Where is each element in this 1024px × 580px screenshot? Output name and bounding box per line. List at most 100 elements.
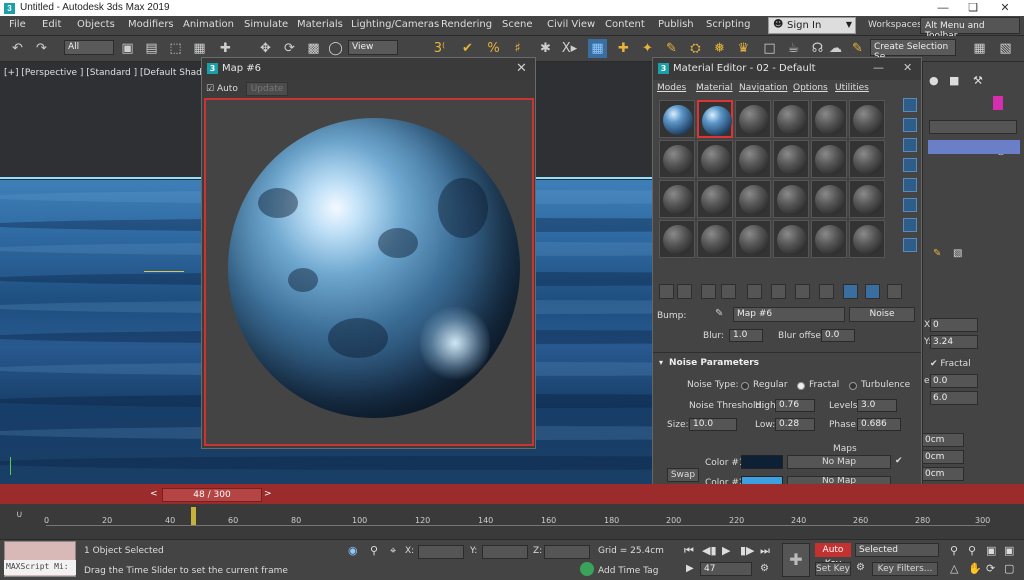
material-editor-icon[interactable]: ❅ [710, 39, 729, 58]
time-slider-handle[interactable]: 48 / 300 [162, 488, 262, 502]
track-bar-mini-curve-icon[interactable]: ∪ [16, 510, 23, 520]
selection-filter-dropdown[interactable]: All [64, 40, 114, 55]
minimize-icon[interactable]: — [930, 0, 956, 16]
sample-slot[interactable] [659, 100, 695, 138]
play-icon[interactable]: ▶ [722, 544, 730, 557]
go-to-parent-icon[interactable] [887, 284, 902, 299]
color1-map-button[interactable]: No Map [787, 455, 891, 469]
collapse-icon[interactable]: ▾ [659, 358, 663, 367]
color1-swatch[interactable] [741, 455, 783, 469]
make-unique-icon[interactable] [771, 284, 786, 299]
scale-icon[interactable]: ▩ [304, 39, 323, 58]
auto-key-button[interactable]: Auto Key [815, 543, 851, 569]
utilities-tab-icon[interactable]: ⚒ [973, 74, 983, 87]
percent-snap-icon[interactable]: % [484, 39, 503, 58]
key-selection-dropdown[interactable]: Selected [855, 543, 939, 557]
remove-modifier-icon[interactable]: ▧ [953, 248, 962, 259]
selection-lock-icon[interactable]: ⚲ [370, 544, 378, 557]
sample-slot[interactable] [773, 220, 809, 258]
render-cloud-icon[interactable]: ☁ [826, 39, 845, 58]
named-selection-dropdown[interactable]: Create Selection Se [870, 39, 956, 62]
zoom-icon[interactable]: ⚲ [950, 544, 958, 557]
orbit-icon[interactable]: ⟳ [986, 562, 995, 575]
param-y-spinner[interactable]: 3.24 [930, 335, 978, 349]
toggle-ribbon-icon[interactable]: ✦ [638, 39, 657, 58]
sample-slot[interactable] [849, 100, 885, 138]
object-color-swatch[interactable] [993, 96, 1003, 110]
blur-spinner[interactable]: 1.0 [729, 329, 763, 342]
noise-regular-radio[interactable] [741, 382, 749, 390]
sample-slot[interactable] [811, 220, 847, 258]
menu-simulate[interactable]: Simulate [244, 19, 288, 30]
menu-edit[interactable]: Edit [42, 19, 61, 30]
add-time-tag[interactable]: Add Time Tag [598, 566, 658, 576]
assign-material-icon[interactable] [701, 284, 716, 299]
curve-editor-icon[interactable]: ✎ [662, 39, 681, 58]
select-object-icon[interactable]: ▣ [118, 39, 137, 58]
maxscript-mini-listener[interactable]: MAXScript Mi: [4, 560, 76, 575]
sample-slot[interactable] [773, 180, 809, 218]
menu-modifiers[interactable]: Modifiers [128, 19, 174, 30]
show-shaded-icon[interactable] [843, 284, 858, 299]
sample-slot[interactable] [849, 180, 885, 218]
sample-slot[interactable] [659, 180, 695, 218]
undo-icon[interactable]: ↶ [8, 39, 27, 58]
color1-enable-checkbox[interactable]: ✔ [895, 456, 903, 466]
sample-slot[interactable] [735, 140, 771, 178]
go-to-end-icon[interactable]: ⏭ [760, 544, 770, 558]
menu-material[interactable]: Material [696, 83, 733, 93]
current-frame-field[interactable]: 47 [700, 562, 752, 576]
update-button[interactable]: Update [246, 82, 288, 96]
menu-publish[interactable]: Publish [658, 19, 694, 30]
set-key-button[interactable]: Set Key [815, 562, 851, 576]
auto-checkbox[interactable]: ☑ Auto [206, 84, 238, 94]
uv-tiling-icon[interactable] [903, 158, 917, 172]
put-to-scene-icon[interactable] [677, 284, 692, 299]
backlight-icon[interactable] [903, 118, 917, 132]
prev-frame-icon[interactable]: < [150, 489, 158, 499]
get-material-icon[interactable] [659, 284, 674, 299]
menu-scripting[interactable]: Scripting [706, 19, 750, 30]
sample-slot[interactable] [697, 180, 733, 218]
field-of-view-icon[interactable]: △ [950, 562, 958, 575]
modifier-stack-selected-item[interactable] [928, 140, 1020, 154]
menu-modes[interactable]: Modes [657, 83, 686, 93]
sample-slot-active[interactable] [697, 100, 733, 138]
time-tag-icon[interactable] [580, 562, 594, 576]
low-spinner[interactable]: 0.28 [775, 418, 815, 431]
workspace-dropdown[interactable]: Alt Menu and Toolbar [920, 17, 1020, 41]
zoom-all-icon[interactable]: ⚲ [968, 544, 976, 557]
close-icon[interactable]: ✕ [992, 0, 1018, 16]
copy-material-icon[interactable] [747, 284, 762, 299]
render-setup-icon[interactable]: ♛ [734, 39, 753, 58]
sample-slot[interactable] [735, 180, 771, 218]
go-to-start-icon[interactable]: ⏮ [684, 544, 694, 558]
close-icon[interactable]: ✕ [903, 61, 912, 74]
menu-navigation[interactable]: Navigation [739, 83, 788, 93]
menu-utilities[interactable]: Utilities [835, 83, 869, 93]
param-x-spinner[interactable]: 0 [930, 318, 978, 332]
menu-civil-view[interactable]: Civil View [547, 19, 595, 30]
blur-offset-spinner[interactable]: 0.0 [821, 329, 855, 342]
set-key-big-icon[interactable]: ✚ [782, 543, 810, 577]
sample-slot[interactable] [659, 220, 695, 258]
redo-icon[interactable]: ↷ [32, 39, 51, 58]
render-icon[interactable]: ☕ [784, 39, 803, 58]
spinner-snap-icon[interactable]: ♯ [508, 39, 527, 58]
options-icon[interactable] [903, 218, 917, 232]
snaps-toggle-icon[interactable]: 3⁽ [430, 39, 449, 58]
select-move-icon[interactable]: ✚ [216, 39, 235, 58]
mirror-icon[interactable]: X▸ [560, 39, 579, 58]
menu-content[interactable]: Content [605, 19, 645, 30]
param-levels-spinner[interactable]: 6.0 [930, 391, 978, 405]
sample-slot[interactable] [697, 140, 733, 178]
menu-options[interactable]: Options [793, 83, 828, 93]
sample-slot[interactable] [735, 100, 771, 138]
sample-slot[interactable] [659, 140, 695, 178]
menu-scene[interactable]: Scene [502, 19, 533, 30]
material-id-icon[interactable] [819, 284, 834, 299]
make-preview-icon[interactable] [903, 198, 917, 212]
dim-field-2[interactable]: 0cm [922, 450, 964, 464]
rendered-frame-icon[interactable]: □ [760, 39, 779, 58]
reference-coord-dropdown[interactable]: View [348, 40, 398, 55]
